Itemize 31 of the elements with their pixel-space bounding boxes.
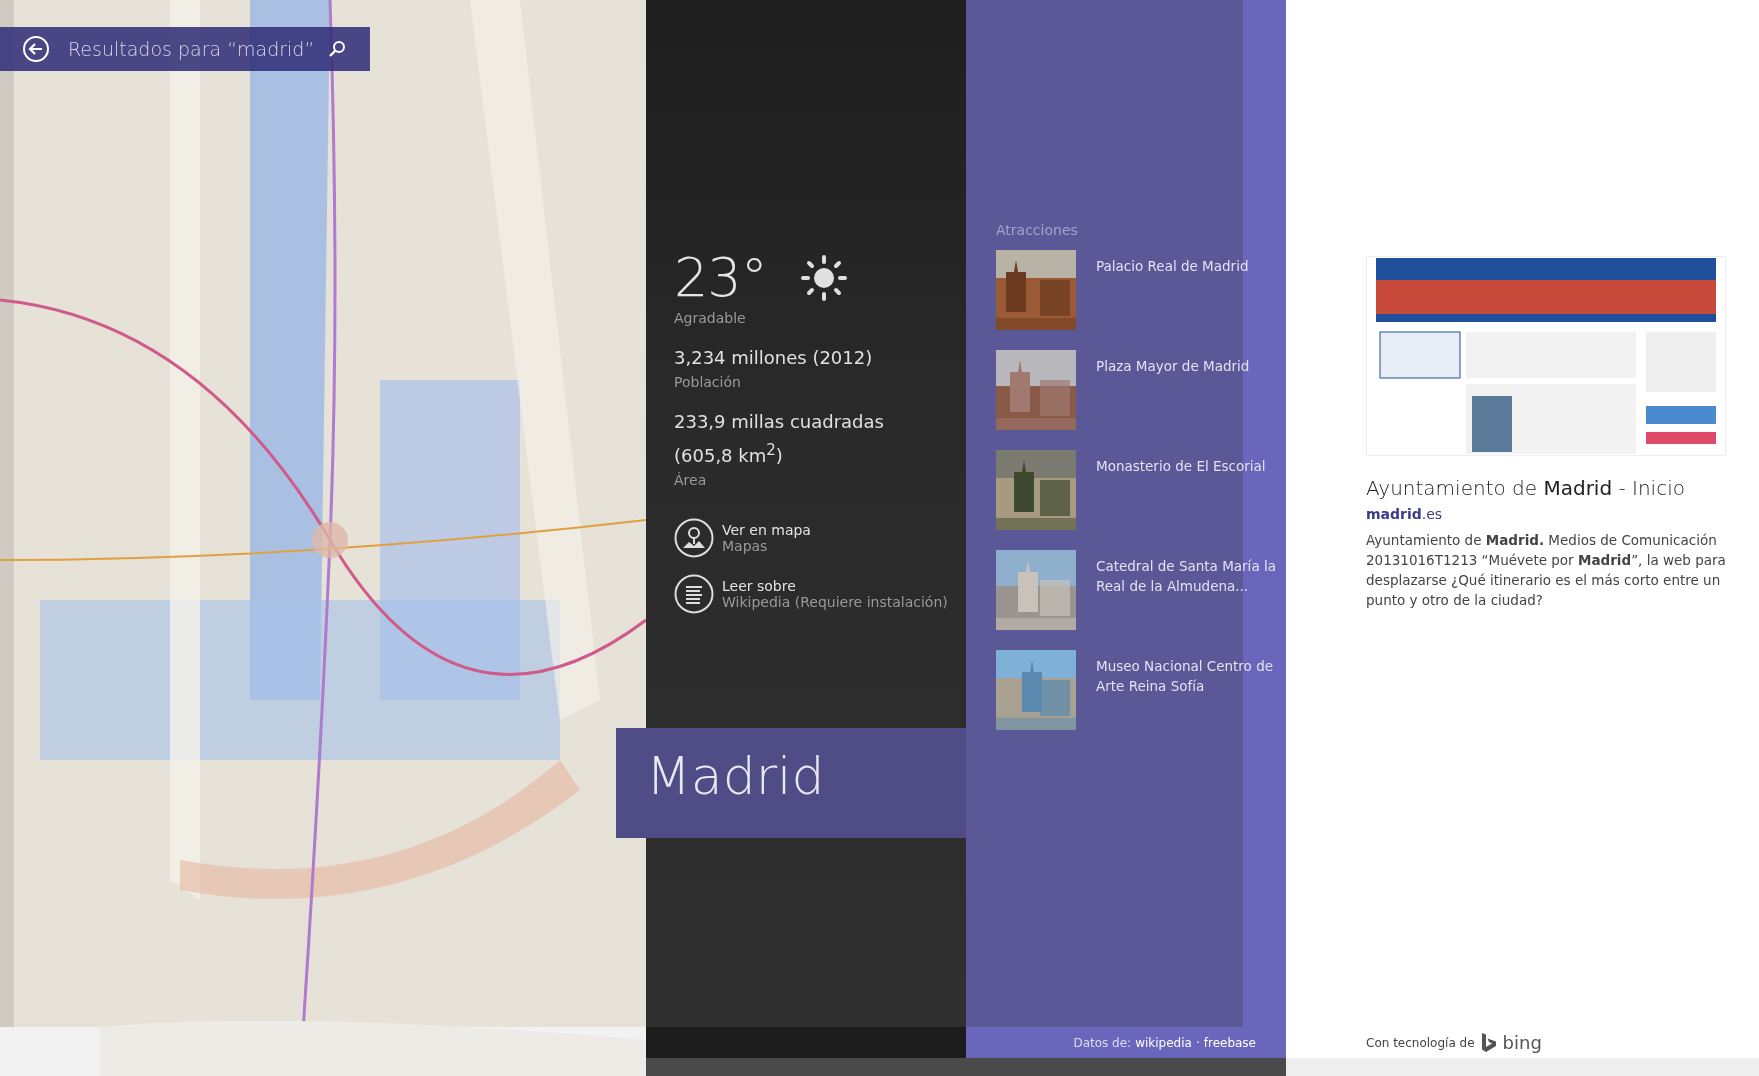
source-link[interactable]: wikipedia xyxy=(1135,1035,1192,1050)
source-link[interactable]: freebase xyxy=(1203,1035,1256,1050)
attraction-item[interactable]: Palacio Real de Madrid xyxy=(996,250,1286,350)
attraction-item[interactable]: Museo Nacional Centro de Arte Reina Sofía xyxy=(996,650,1286,750)
section-heading: Atracciones xyxy=(996,222,1079,238)
sun-icon xyxy=(800,255,847,301)
entity-title: Madrid xyxy=(616,728,966,838)
weather-condition: Agradable xyxy=(674,310,747,326)
action-link[interactable]: Leer sobre Wikipedia (Requiere instalación) xyxy=(674,574,966,614)
attraction-item[interactable]: Catedral de Santa María la Real de la Almudena... xyxy=(996,550,1286,650)
attraction-item[interactable]: Plaza Mayor de Madrid xyxy=(996,350,1286,450)
map-pin-icon xyxy=(674,518,714,558)
brand-name: bing xyxy=(1502,1032,1542,1053)
attraction-item[interactable]: Monasterio de El Escorial xyxy=(996,450,1286,550)
temperature: 23° xyxy=(674,248,767,308)
back-button[interactable] xyxy=(22,35,50,63)
powered-by-label: Con tecnología de xyxy=(1366,1035,1475,1050)
logo-icon xyxy=(1480,1032,1497,1053)
search-icon[interactable] xyxy=(328,40,347,58)
result-title[interactable]: Ayuntamiento de Madrid - Inicio xyxy=(1366,476,1739,500)
search-title: Resultados para “madrid” xyxy=(68,38,315,60)
fact-label: Área xyxy=(674,472,708,488)
separator-dot: · xyxy=(1195,1035,1200,1050)
fact-value: 3,234 millones (2012) xyxy=(674,346,874,370)
action-link[interactable]: Ver en mapa Mapas xyxy=(674,518,966,558)
sources-label: Datos de: xyxy=(1073,1035,1132,1050)
result-url[interactable]: madrid.es xyxy=(1366,506,1739,522)
result-snippet: Ayuntamiento de Madrid. Medios de Comunicación 20131016T1213 “Muévete por Madrid”, la web para desplazarse ¿Qué itinerario es el más corto entre un punto y otro de la ciudad? xyxy=(1366,531,1727,610)
text-lines-icon xyxy=(674,574,714,614)
fact-label: Población xyxy=(674,374,742,390)
fact-value: 233,9 millas cuadradas (605,8 km$^{2}$) xyxy=(674,410,885,468)
